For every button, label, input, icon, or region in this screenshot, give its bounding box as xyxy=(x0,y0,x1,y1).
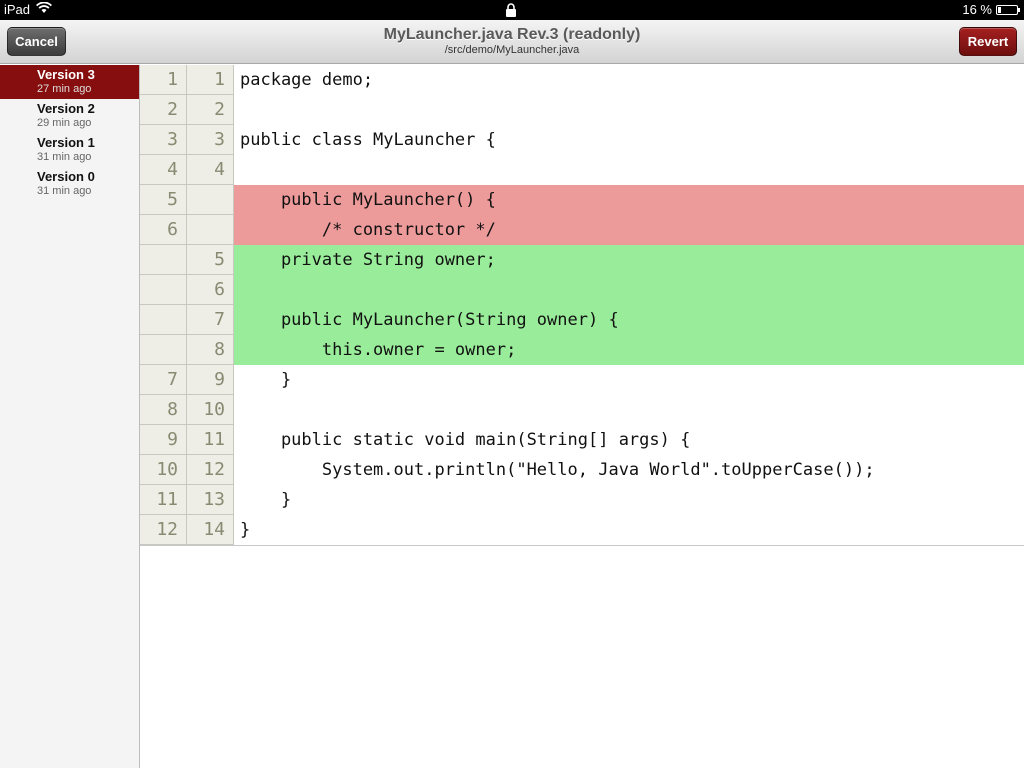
version-time: 29 min ago xyxy=(37,117,92,129)
diff-line-add: 6 xyxy=(140,275,1024,305)
old-line-number xyxy=(140,245,187,275)
diff-line-same: 11 13 } xyxy=(140,485,1024,515)
new-line-number: 1 xyxy=(187,65,234,95)
code-line: public MyLauncher() { xyxy=(234,185,1024,215)
new-line-number: 3 xyxy=(187,125,234,155)
wifi-icon xyxy=(36,1,53,17)
diff-line-add: 8 this.owner = owner; xyxy=(140,335,1024,365)
version-name: Version 2 xyxy=(37,101,95,116)
diff-line-del: 5 public MyLauncher() { xyxy=(140,185,1024,215)
new-line-number: 9 xyxy=(187,365,234,395)
diff-line-same: 8 10 xyxy=(140,395,1024,425)
battery-icon xyxy=(996,4,1020,15)
diff-line-same: 12 14} xyxy=(140,515,1024,545)
new-line-number: 13 xyxy=(187,485,234,515)
old-line-number: 8 xyxy=(140,395,187,425)
file-path: /src/demo/MyLauncher.java xyxy=(444,44,580,56)
diff-line-del: 6 /* constructor */ xyxy=(140,215,1024,245)
code-line: public static void main(String[] args) { xyxy=(240,430,691,450)
version-item-3[interactable]: Version 3 27 min ago xyxy=(0,65,139,99)
diff-line-same: 79 } xyxy=(140,365,1024,395)
code-line: this.owner = owner; xyxy=(234,335,1024,365)
old-line-number xyxy=(140,305,187,335)
diff-line-same: 1 1 package demo; xyxy=(140,65,1024,95)
new-line-number: 2 xyxy=(187,95,234,125)
page-title: MyLauncher.java Rev.3 (readonly) xyxy=(383,26,641,43)
new-line-number: 10 xyxy=(187,395,234,425)
version-time: 31 min ago xyxy=(37,151,92,163)
old-line-number: 7 xyxy=(140,365,187,395)
new-line-number: 5 xyxy=(187,245,234,275)
battery-percent: 16 % xyxy=(962,2,992,17)
old-line-number: 2 xyxy=(140,95,187,125)
version-item-1[interactable]: Version 1 31 min ago xyxy=(0,133,139,167)
device-name: iPad xyxy=(4,2,31,17)
new-line-number: 11 xyxy=(187,425,234,455)
old-line-number: 9 xyxy=(140,425,187,455)
code-line: } xyxy=(240,490,292,510)
status-left: iPad xyxy=(4,1,53,17)
new-line-number: 4 xyxy=(187,155,234,185)
version-name: Version 0 xyxy=(37,169,95,184)
new-line-number: 7 xyxy=(187,305,234,335)
code-line: /* constructor */ xyxy=(234,215,1024,245)
new-line-number xyxy=(187,215,234,245)
old-line-number: 3 xyxy=(140,125,187,155)
code-line: } xyxy=(240,370,292,390)
status-bar: iPad 16 % xyxy=(0,0,1024,20)
code-line: public MyLauncher(String owner) { xyxy=(234,305,1024,335)
diff-line-add: 7 public MyLauncher(String owner) { xyxy=(140,305,1024,335)
old-line-number: 1 xyxy=(140,65,187,95)
navigation-bar: Cancel MyLauncher.java Rev.3 (readonly) … xyxy=(0,20,1024,64)
code-line: package demo; xyxy=(240,70,374,90)
status-right: 16 % xyxy=(962,2,1020,17)
diff-line-same: 3 3 public class MyLauncher { xyxy=(140,125,1024,155)
new-line-number: 12 xyxy=(187,455,234,485)
version-name: Version 1 xyxy=(37,135,95,150)
version-item-2[interactable]: Version 2 29 min ago xyxy=(0,99,139,133)
diff-line-add: 5 private String owner; xyxy=(140,245,1024,275)
old-line-number: 5 xyxy=(140,185,187,215)
new-line-number: 8 xyxy=(187,335,234,365)
diff-line-same: 10 12 System.out.println("Hello, Java Wor… xyxy=(140,455,1024,485)
code-line: private String owner; xyxy=(234,245,1024,275)
nav-title-block: MyLauncher.java Rev.3 (readonly) /src/de… xyxy=(0,26,1024,56)
version-time: 27 min ago xyxy=(37,83,92,95)
old-line-number: 11 xyxy=(140,485,187,515)
lock-icon xyxy=(505,3,517,20)
new-line-number: 6 xyxy=(187,275,234,305)
revert-button[interactable]: Revert xyxy=(959,27,1017,56)
code-line: public class MyLauncher { xyxy=(240,130,496,150)
diff-line-same: 9 11 public static void main(String[] arg… xyxy=(140,425,1024,455)
battery-level xyxy=(998,6,1001,13)
version-time: 31 min ago xyxy=(37,185,92,197)
old-line-number xyxy=(140,275,187,305)
old-line-number: 10 xyxy=(140,455,187,485)
code-line xyxy=(234,275,1024,305)
old-line-number: 6 xyxy=(140,215,187,245)
diff-line-same: 44 xyxy=(140,155,1024,185)
old-line-number xyxy=(140,335,187,365)
code-line: } xyxy=(240,520,251,540)
new-line-number: 14 xyxy=(187,515,234,545)
version-sidebar: Version 3 27 min ago Version 2 29 min ag… xyxy=(0,65,140,768)
diff-view: 1 1 package demo; 2 2 3 3 public class MyLaunch… xyxy=(140,65,1024,546)
old-line-number: 4 xyxy=(140,155,187,185)
code-line: System.out.println("Hello, Java World".t… xyxy=(240,460,875,480)
old-line-number: 12 xyxy=(140,515,187,545)
new-line-number xyxy=(187,185,234,215)
diff-line-same: 22 xyxy=(140,95,1024,125)
version-item-0[interactable]: Version 0 31 min ago xyxy=(0,167,139,201)
version-name: Version 3 xyxy=(37,67,95,82)
